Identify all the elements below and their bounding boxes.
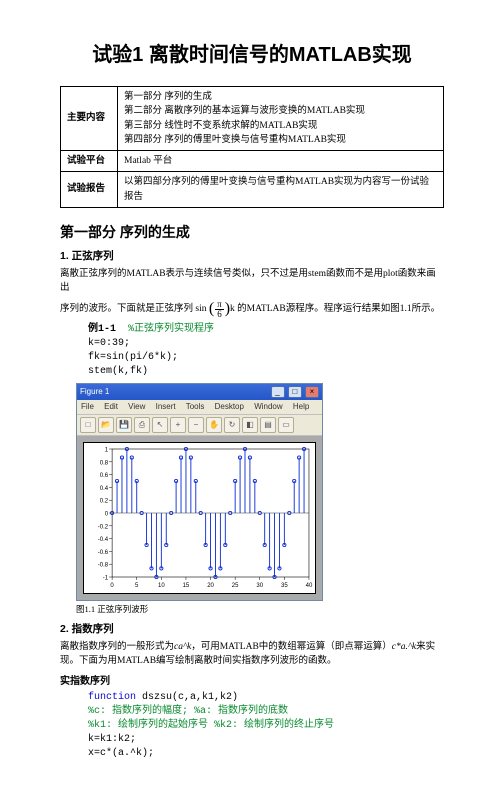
tool-zoomout-icon[interactable]: − xyxy=(188,417,204,433)
svg-text:0: 0 xyxy=(105,512,109,518)
code2-line2: %c: 指数序列的幅度; %a: 指数序列的底数 xyxy=(88,706,288,717)
svg-text:40: 40 xyxy=(306,583,313,589)
code1-line2: fk=sin(pi/6*k); xyxy=(88,352,178,363)
para2a-mid: ，可用MATLAB中的数组幂运算（即点幂运算） xyxy=(191,642,392,652)
code2-line5: x=c*(a.^k); xyxy=(88,748,154,759)
svg-text:15: 15 xyxy=(183,583,190,589)
code2-block: function dszsu(c,a,k1,k2) %c: 指数序列的幅度; %… xyxy=(88,691,444,761)
svg-text:35: 35 xyxy=(281,583,288,589)
row1-text: 第一部分 序列的生成 第二部分 离散序列的基本运算与波形变换的MATLAB实现 … xyxy=(118,87,444,151)
code2-line1-kw: function xyxy=(88,692,136,703)
example1-block: 例1-1 %正弦序列实现程序 k=0:39; fk=sin(pi/6*k); s… xyxy=(88,323,444,379)
example1-comment: %正弦序列实现程序 xyxy=(128,324,214,335)
row1-label: 主要内容 xyxy=(61,87,118,151)
tool-colorbar-icon[interactable]: ▤ xyxy=(260,417,276,433)
tool-save-icon[interactable]: 💾 xyxy=(116,417,132,433)
sub2-heading: 2. 指数序列 xyxy=(60,622,444,638)
menu-desktop[interactable]: Desktop xyxy=(215,402,244,411)
tool-pan-icon[interactable]: ✋ xyxy=(206,417,222,433)
code2-line3: %k1: 绘制序列的起始序号 %k2: 绘制序列的终止序号 xyxy=(88,720,334,731)
svg-text:1: 1 xyxy=(105,448,109,454)
example1-label: 例1-1 xyxy=(88,324,116,335)
row2-text: Matlab 平台 xyxy=(118,151,444,172)
svg-text:-1: -1 xyxy=(103,576,109,582)
menu-window[interactable]: Window xyxy=(254,402,282,411)
minimize-icon[interactable]: _ xyxy=(271,386,285,398)
figure-toolbar: □ 📂 💾 ⎙ ↖ + − ✋ ↻ ◧ ▤ ▭ xyxy=(77,414,322,436)
para1a: 离散正弦序列的MATLAB表示与连续信号类似，只不过是用stem函数而不是用pl… xyxy=(60,267,444,296)
para1b-prefix: 序列的波形。下面就是正弦序列 sin xyxy=(60,304,206,314)
maximize-icon[interactable]: □ xyxy=(288,386,302,398)
tool-legend-icon[interactable]: ▭ xyxy=(278,417,294,433)
row2-label: 试验平台 xyxy=(61,151,118,172)
fraction: π6 xyxy=(215,300,224,319)
tool-pointer-icon[interactable]: ↖ xyxy=(152,417,168,433)
svg-text:0: 0 xyxy=(110,583,114,589)
tool-zoomin-icon[interactable]: + xyxy=(170,417,186,433)
svg-text:-0.8: -0.8 xyxy=(98,563,109,569)
menu-view[interactable]: View xyxy=(128,402,145,411)
plot-area: -1-0.8-0.6-0.4-0.200.20.40.60.8105101520… xyxy=(77,436,322,600)
menu-tools[interactable]: Tools xyxy=(186,402,205,411)
page-title: 试验1 离散时间信号的MATLAB实现 xyxy=(60,40,444,70)
svg-text:0.2: 0.2 xyxy=(100,499,109,505)
svg-text:5: 5 xyxy=(135,583,139,589)
figure-window: Figure 1 _ □ × File Edit View Insert Too… xyxy=(76,383,323,601)
section1-heading: 第一部分 序列的生成 xyxy=(60,222,444,243)
menu-edit[interactable]: Edit xyxy=(104,402,118,411)
frac-den: 6 xyxy=(215,310,224,319)
tool-open-icon[interactable]: 📂 xyxy=(98,417,114,433)
menu-help[interactable]: Help xyxy=(293,402,309,411)
window-buttons: _ □ × xyxy=(270,386,319,398)
figure-titlebar: Figure 1 _ □ × xyxy=(77,384,322,400)
tool-datacursor-icon[interactable]: ◧ xyxy=(242,417,258,433)
code2-line1-rest: dszsu(c,a,k1,k2) xyxy=(136,692,238,703)
frac-num: π xyxy=(215,300,224,310)
tool-rotate-icon[interactable]: ↻ xyxy=(224,417,240,433)
svg-text:25: 25 xyxy=(232,583,239,589)
row3-label: 试验报告 xyxy=(61,172,118,208)
open-paren: ( xyxy=(209,300,214,317)
para2a-formula: ca^k xyxy=(174,642,191,652)
row3-text: 以第四部分序列的傅里叶变换与信号重构MATLAB实现为内容写一份试验报告 xyxy=(118,172,444,208)
close-icon[interactable]: × xyxy=(305,386,319,398)
info-table: 主要内容 第一部分 序列的生成 第二部分 离散序列的基本运算与波形变换的MATL… xyxy=(60,86,444,208)
code1-line1: k=0:39; xyxy=(88,338,130,349)
svg-text:-0.6: -0.6 xyxy=(98,550,109,556)
menu-insert[interactable]: Insert xyxy=(156,402,176,411)
code2-line4: k=k1:k2; xyxy=(88,734,136,745)
para1b-suffix: k 的MATLAB源程序。程序运行结果如图1.1所示。 xyxy=(230,304,440,314)
svg-text:-0.4: -0.4 xyxy=(98,537,109,543)
sub2b-heading: 实指数序列 xyxy=(60,674,444,689)
plot-inner: -1-0.8-0.6-0.4-0.200.20.40.60.8105101520… xyxy=(83,442,316,594)
para2a: 离散指数序列的一般形式为ca^k，可用MATLAB中的数组幂运算（即点幂运算）c… xyxy=(60,640,444,669)
stem-plot: -1-0.8-0.6-0.4-0.200.20.40.60.8105101520… xyxy=(84,443,315,593)
svg-text:20: 20 xyxy=(207,583,214,589)
menu-file[interactable]: File xyxy=(81,402,94,411)
tool-new-icon[interactable]: □ xyxy=(80,417,96,433)
code1-line3: stem(k,fk) xyxy=(88,366,148,377)
svg-text:-0.2: -0.2 xyxy=(98,524,109,530)
para2a-code: c*a.^k xyxy=(392,642,416,652)
para2a-prefix: 离散指数序列的一般形式为 xyxy=(60,642,174,652)
svg-text:0.8: 0.8 xyxy=(100,460,109,466)
svg-text:10: 10 xyxy=(158,583,165,589)
caption1: 图1.1 正弦序列波形 xyxy=(76,603,444,616)
svg-text:0.6: 0.6 xyxy=(100,473,109,479)
figure-title: Figure 1 xyxy=(80,386,109,398)
svg-text:0.4: 0.4 xyxy=(100,486,109,492)
para1b: 序列的波形。下面就是正弦序列 sin (π6)k 的MATLAB源程序。程序运行… xyxy=(60,297,444,321)
figure-menubar: File Edit View Insert Tools Desktop Wind… xyxy=(77,400,322,414)
svg-text:30: 30 xyxy=(256,583,263,589)
sub1-heading: 1. 正弦序列 xyxy=(60,249,444,265)
tool-print-icon[interactable]: ⎙ xyxy=(134,417,150,433)
